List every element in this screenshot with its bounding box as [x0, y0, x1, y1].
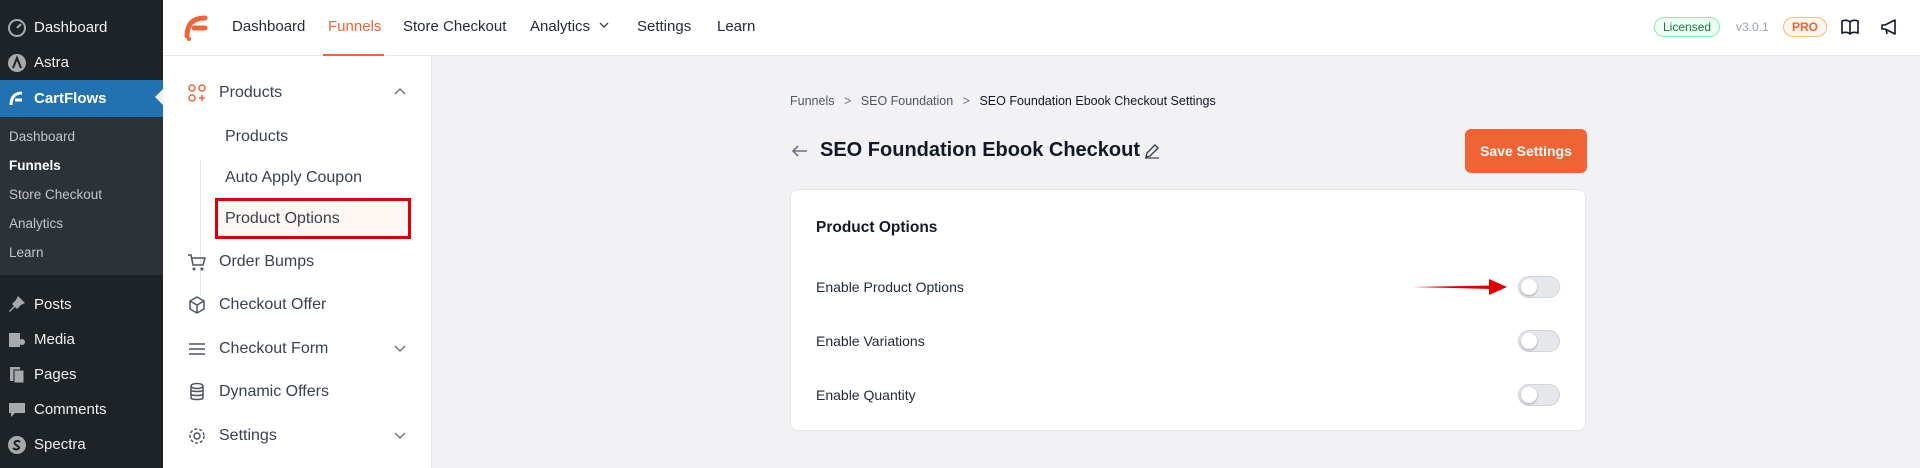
- wp-menu-label: Pages: [34, 366, 77, 383]
- top-nav-funnels[interactable]: Funnels: [328, 18, 381, 35]
- top-nav-learn[interactable]: Learn: [717, 18, 755, 35]
- wp-menu-media[interactable]: Media: [0, 322, 163, 357]
- nav-sub-products[interactable]: Products: [225, 128, 288, 146]
- wp-menu-label: Dashboard: [34, 19, 108, 36]
- pin-icon: [6, 294, 28, 316]
- wp-menu-label: Comments: [34, 401, 107, 418]
- wp-submenu-analytics[interactable]: Analytics: [9, 216, 63, 231]
- checkout-settings-nav: Products Products Auto Apply Coupon Prod…: [163, 56, 432, 468]
- nav-checkout-offer-label: Checkout Offer: [219, 296, 327, 313]
- database-icon: [187, 382, 207, 402]
- chevron-down-icon: [394, 345, 406, 352]
- card-title: Product Options: [816, 219, 938, 236]
- wp-submenu-funnels[interactable]: Funnels: [9, 158, 61, 173]
- nav-products[interactable]: Products: [187, 78, 407, 108]
- breadcrumb-separator: >: [843, 94, 852, 108]
- top-nav-analytics[interactable]: Analytics: [530, 18, 610, 35]
- toggle-enable-variations[interactable]: [1518, 330, 1560, 352]
- chevron-up-icon: [394, 88, 406, 95]
- wp-menu-cartflows[interactable]: CartFlows: [0, 80, 163, 117]
- save-settings-button[interactable]: Save Settings: [1465, 129, 1587, 173]
- page-title: SEO Foundation Ebook Checkout: [820, 139, 1140, 161]
- breadcrumb-current: SEO Foundation Ebook Checkout Settings: [979, 94, 1216, 108]
- nav-settings-label: Settings: [219, 427, 277, 444]
- wp-submenu-dashboard[interactable]: Dashboard: [9, 129, 75, 144]
- wp-menu-label: CartFlows: [34, 90, 107, 107]
- wp-menu-pages[interactable]: Pages: [0, 357, 163, 392]
- pro-badge: PRO: [1783, 17, 1828, 37]
- toggle-knob: [1521, 333, 1537, 349]
- nav-sub-auto-apply-coupon[interactable]: Auto Apply Coupon: [225, 169, 362, 187]
- top-nav-settings[interactable]: Settings: [637, 18, 691, 35]
- menu-icon: [187, 339, 207, 359]
- wp-menu-comments[interactable]: Comments: [0, 392, 163, 427]
- wp-submenu-learn[interactable]: Learn: [9, 245, 44, 260]
- top-nav-analytics-label: Analytics: [530, 18, 591, 35]
- nav-sub-product-options[interactable]: Product Options: [225, 210, 340, 228]
- breadcrumb: Funnels > SEO Foundation > SEO Foundatio…: [790, 94, 1216, 108]
- top-bar: Dashboard Funnels Store Checkout Analyti…: [163, 0, 1920, 56]
- breadcrumb-funnel[interactable]: SEO Foundation: [861, 94, 953, 108]
- version-label: v3.0.1: [1736, 20, 1769, 34]
- option-label-enable-product-options: Enable Product Options: [816, 279, 964, 295]
- nav-checkout-form[interactable]: Checkout Form: [187, 334, 407, 364]
- chevron-down-icon: [599, 22, 609, 28]
- wp-menu-label: Media: [34, 331, 75, 348]
- nav-order-bumps-label: Order Bumps: [219, 253, 315, 270]
- cartflows-logo-icon[interactable]: [181, 12, 211, 42]
- astra-icon: [6, 52, 28, 74]
- cart-icon: [187, 252, 207, 272]
- wp-menu-dashboard[interactable]: Dashboard: [0, 10, 163, 45]
- box-icon: [187, 295, 207, 315]
- toggle-knob: [1521, 279, 1537, 295]
- edit-pencil-icon[interactable]: [1143, 142, 1161, 160]
- gear-icon: [187, 426, 207, 446]
- wp-submenu-store-checkout[interactable]: Store Checkout: [9, 187, 102, 202]
- nav-settings[interactable]: Settings: [187, 421, 407, 451]
- breadcrumb-separator: >: [962, 94, 970, 108]
- cartflows-icon: [6, 88, 28, 110]
- top-nav-store-checkout[interactable]: Store Checkout: [403, 18, 506, 35]
- licensed-badge: Licensed: [1654, 17, 1721, 37]
- breadcrumb-funnels[interactable]: Funnels: [790, 94, 834, 108]
- top-nav-dashboard[interactable]: Dashboard: [232, 18, 305, 35]
- product-options-card: Product Options Enable Product Options E…: [790, 189, 1586, 431]
- nav-checkout-offer[interactable]: Checkout Offer: [187, 290, 407, 320]
- wp-menu-spectra[interactable]: Spectra: [0, 427, 163, 462]
- megaphone-icon[interactable]: [1879, 16, 1901, 38]
- nav-products-label: Products: [219, 84, 283, 101]
- book-icon[interactable]: [1839, 16, 1861, 38]
- wp-menu-posts[interactable]: Posts: [0, 287, 163, 322]
- spectra-icon: [6, 434, 28, 456]
- option-label-enable-quantity: Enable Quantity: [816, 387, 916, 403]
- back-arrow-icon[interactable]: [790, 141, 810, 161]
- toggle-enable-product-options[interactable]: [1518, 276, 1560, 298]
- wp-admin-sidebar: Dashboard Astra CartFlows Dashboard Funn…: [0, 0, 163, 468]
- toggle-knob: [1521, 387, 1537, 403]
- comment-icon: [6, 399, 28, 421]
- nav-order-bumps[interactable]: Order Bumps: [187, 247, 407, 277]
- wp-cartflows-submenu: Dashboard Funnels Store Checkout Analyti…: [0, 117, 163, 275]
- red-pointer-arrow-icon: [1413, 279, 1507, 295]
- wp-menu-label: Spectra: [34, 436, 86, 453]
- chevron-down-icon: [394, 432, 406, 439]
- wp-menu-label: Astra: [34, 54, 70, 71]
- option-label-enable-variations: Enable Variations: [816, 333, 925, 349]
- media-icon: [6, 329, 28, 351]
- nav-dynamic-offers-label: Dynamic Offers: [219, 383, 329, 400]
- dashboard-icon: [6, 17, 28, 39]
- toggle-enable-quantity[interactable]: [1518, 384, 1560, 406]
- pages-icon: [6, 364, 28, 386]
- nav-dynamic-offers[interactable]: Dynamic Offers: [187, 377, 407, 407]
- nav-checkout-form-label: Checkout Form: [219, 340, 329, 357]
- wp-menu-astra[interactable]: Astra: [0, 45, 163, 80]
- wp-menu-label: Posts: [34, 296, 72, 313]
- products-icon: [187, 83, 207, 103]
